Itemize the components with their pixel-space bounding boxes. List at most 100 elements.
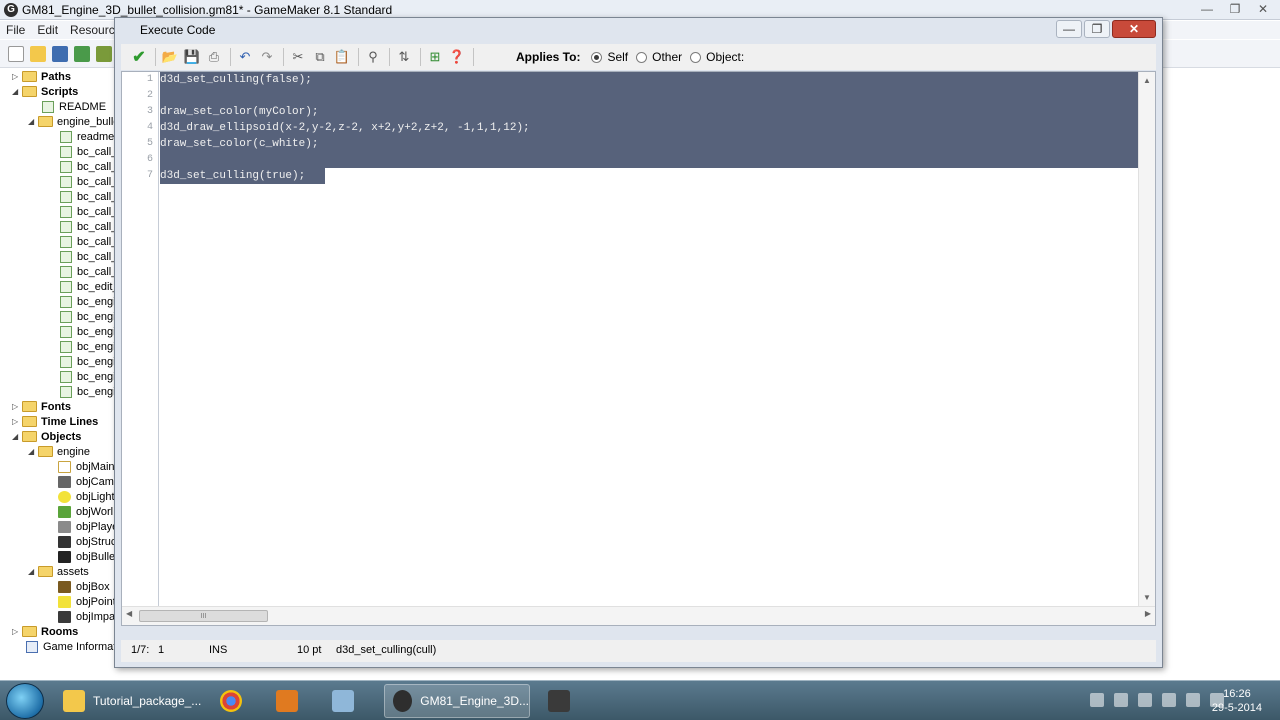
maximize-icon[interactable]: ❐ (1084, 20, 1110, 38)
open-folder-icon[interactable] (30, 45, 46, 62)
cut-icon[interactable]: ✂ (288, 47, 308, 67)
tree-object-item[interactable]: objLight (58, 489, 115, 504)
horizontal-scroll-thumb[interactable]: III (139, 610, 268, 622)
undo-icon[interactable]: ↶ (235, 47, 255, 67)
tree-readme[interactable]: README (42, 99, 106, 114)
expand-arrow-icon[interactable]: ▷ (12, 627, 22, 636)
help-icon[interactable]: ❓ (447, 47, 467, 67)
tree-script-item[interactable]: bc_call_ (60, 204, 115, 219)
horizontal-scrollbar[interactable]: ◀ III ▶ (122, 606, 1155, 625)
taskbar-paint[interactable] (324, 684, 370, 718)
tree-script-item[interactable]: bc_engi (60, 369, 115, 384)
taskbar-gamemaker-studio[interactable] (540, 684, 586, 718)
scroll-left-arrow-icon[interactable]: ◀ (126, 609, 132, 618)
tree-object-item[interactable]: objImpa (58, 609, 115, 624)
taskbar-explorer[interactable]: Tutorial_package_... (55, 684, 203, 718)
tree-assets-folder[interactable]: ◢ assets (28, 564, 89, 579)
find-icon[interactable]: ⚲ (363, 47, 383, 67)
code-line[interactable] (160, 88, 530, 104)
code-area[interactable]: d3d_set_culling(false); draw_set_color(m… (160, 72, 1142, 606)
maximize-icon[interactable]: ❐ (1222, 0, 1248, 18)
applies-object-radio[interactable] (690, 51, 702, 63)
insert-code-icon[interactable]: ⊞ (425, 47, 445, 67)
debug-icon[interactable] (96, 45, 112, 62)
tree-fonts[interactable]: ▷ Fonts (12, 399, 71, 414)
scroll-up-arrow-icon[interactable]: ▲ (1139, 72, 1155, 89)
tree-script-item[interactable]: bc_engi (60, 294, 115, 309)
close-icon[interactable]: ✕ (1250, 0, 1276, 18)
scroll-right-arrow-icon[interactable]: ▶ (1145, 609, 1151, 618)
arrow-up-icon[interactable] (1114, 693, 1128, 707)
collapse-arrow-icon[interactable]: ◢ (12, 432, 22, 441)
keyboard-icon[interactable] (1090, 693, 1104, 707)
collapse-arrow-icon[interactable]: ◢ (28, 117, 38, 126)
save-icon[interactable]: 💾 (182, 47, 202, 67)
code-line[interactable]: d3d_set_culling(true); (160, 168, 530, 184)
tree-object-item[interactable]: objWorl (58, 504, 113, 519)
tree-script-item[interactable]: bc_call_ (60, 189, 115, 204)
code-line[interactable] (160, 152, 530, 168)
tree-object-item[interactable]: objMain (58, 459, 115, 474)
tree-object-item[interactable]: objStruc (58, 534, 115, 549)
ok-checkmark-icon[interactable]: ✔ (129, 47, 149, 67)
collapse-arrow-icon[interactable]: ◢ (12, 87, 22, 96)
minimize-icon[interactable]: — (1194, 0, 1220, 18)
tree-script-item[interactable]: bc_engi (60, 309, 115, 324)
tree-game-information[interactable]: Game Information (26, 639, 115, 654)
tree-script-item[interactable]: bc_call_ (60, 249, 115, 264)
vertical-scrollbar[interactable]: ▲ ▼ (1138, 72, 1155, 606)
tree-script-item[interactable]: bc_engi (60, 354, 115, 369)
expand-arrow-icon[interactable]: ▷ (12, 402, 22, 411)
copy-icon[interactable]: ⧉ (310, 47, 330, 67)
check-syntax-icon[interactable]: ⇅ (394, 47, 414, 67)
tree-script-item[interactable]: bc_call_ (60, 144, 115, 159)
start-button[interactable] (6, 683, 44, 719)
volume-icon[interactable] (1186, 693, 1200, 707)
collapse-arrow-icon[interactable]: ◢ (28, 567, 38, 576)
load-folder-icon[interactable]: 📂 (160, 47, 180, 67)
tree-objects[interactable]: ◢ Objects (12, 429, 81, 444)
minimize-icon[interactable]: — (1056, 20, 1082, 38)
taskbar-gamemaker[interactable]: GM81_Engine_3D... (384, 684, 530, 718)
system-clock[interactable]: 16:26 29-5-2014 (1212, 687, 1262, 715)
run-icon[interactable] (74, 45, 90, 62)
tree-script-item[interactable]: readme (60, 129, 114, 144)
paste-icon[interactable]: 📋 (332, 47, 352, 67)
tree-script-item[interactable]: bc_edit_ (60, 279, 115, 294)
applies-self-radio[interactable] (591, 51, 603, 63)
tree-script-item[interactable]: bc_engi (60, 339, 115, 354)
tree-paths[interactable]: ▷ Paths (12, 69, 71, 84)
tree-object-item[interactable]: objPlaye (58, 519, 115, 534)
tree-script-item[interactable]: bc_call_ (60, 234, 115, 249)
new-file-icon[interactable] (8, 45, 24, 62)
tree-script-item[interactable]: bc_call_ (60, 159, 115, 174)
menu-edit[interactable]: Edit (31, 23, 64, 37)
tree-time-lines[interactable]: ▷ Time Lines (12, 414, 98, 429)
tree-script-item[interactable]: bc_call_ (60, 174, 115, 189)
redo-icon[interactable]: ↷ (257, 47, 277, 67)
tree-object-item[interactable]: objBox (58, 579, 110, 594)
code-line[interactable]: d3d_draw_ellipsoid(x-2,y-2,z-2, x+2,y+2,… (160, 120, 530, 136)
menu-file[interactable]: File (0, 23, 31, 37)
applies-other-radio[interactable] (636, 51, 648, 63)
taskbar-chrome[interactable] (212, 684, 258, 718)
collapse-arrow-icon[interactable]: ◢ (28, 447, 38, 456)
tree-script-item[interactable]: bc_engi (60, 384, 115, 399)
save-icon[interactable] (52, 45, 68, 62)
expand-arrow-icon[interactable]: ▷ (12, 417, 22, 426)
tree-object-item[interactable]: objBulle (58, 549, 115, 564)
tree-scripts[interactable]: ◢ Scripts (12, 84, 78, 99)
code-line[interactable]: draw_set_color(c_white); (160, 136, 530, 152)
tree-rooms[interactable]: ▷ Rooms (12, 624, 78, 639)
applies-self-label[interactable]: Self (607, 50, 628, 64)
tree-engine-objects-folder[interactable]: ◢ engine (28, 444, 90, 459)
tree-script-item[interactable]: bc_call_ (60, 264, 115, 279)
tree-script-item[interactable]: bc_engi (60, 324, 115, 339)
code-line[interactable]: d3d_set_culling(false); (160, 72, 530, 88)
flag-icon[interactable] (1162, 693, 1176, 707)
applies-other-label[interactable]: Other (652, 50, 682, 64)
print-icon[interactable]: ⎙ (204, 47, 224, 67)
applies-object-label[interactable]: Object: (706, 50, 744, 64)
tree-object-item[interactable]: objPoint (58, 594, 115, 609)
close-button[interactable]: ✕ (1112, 20, 1156, 38)
